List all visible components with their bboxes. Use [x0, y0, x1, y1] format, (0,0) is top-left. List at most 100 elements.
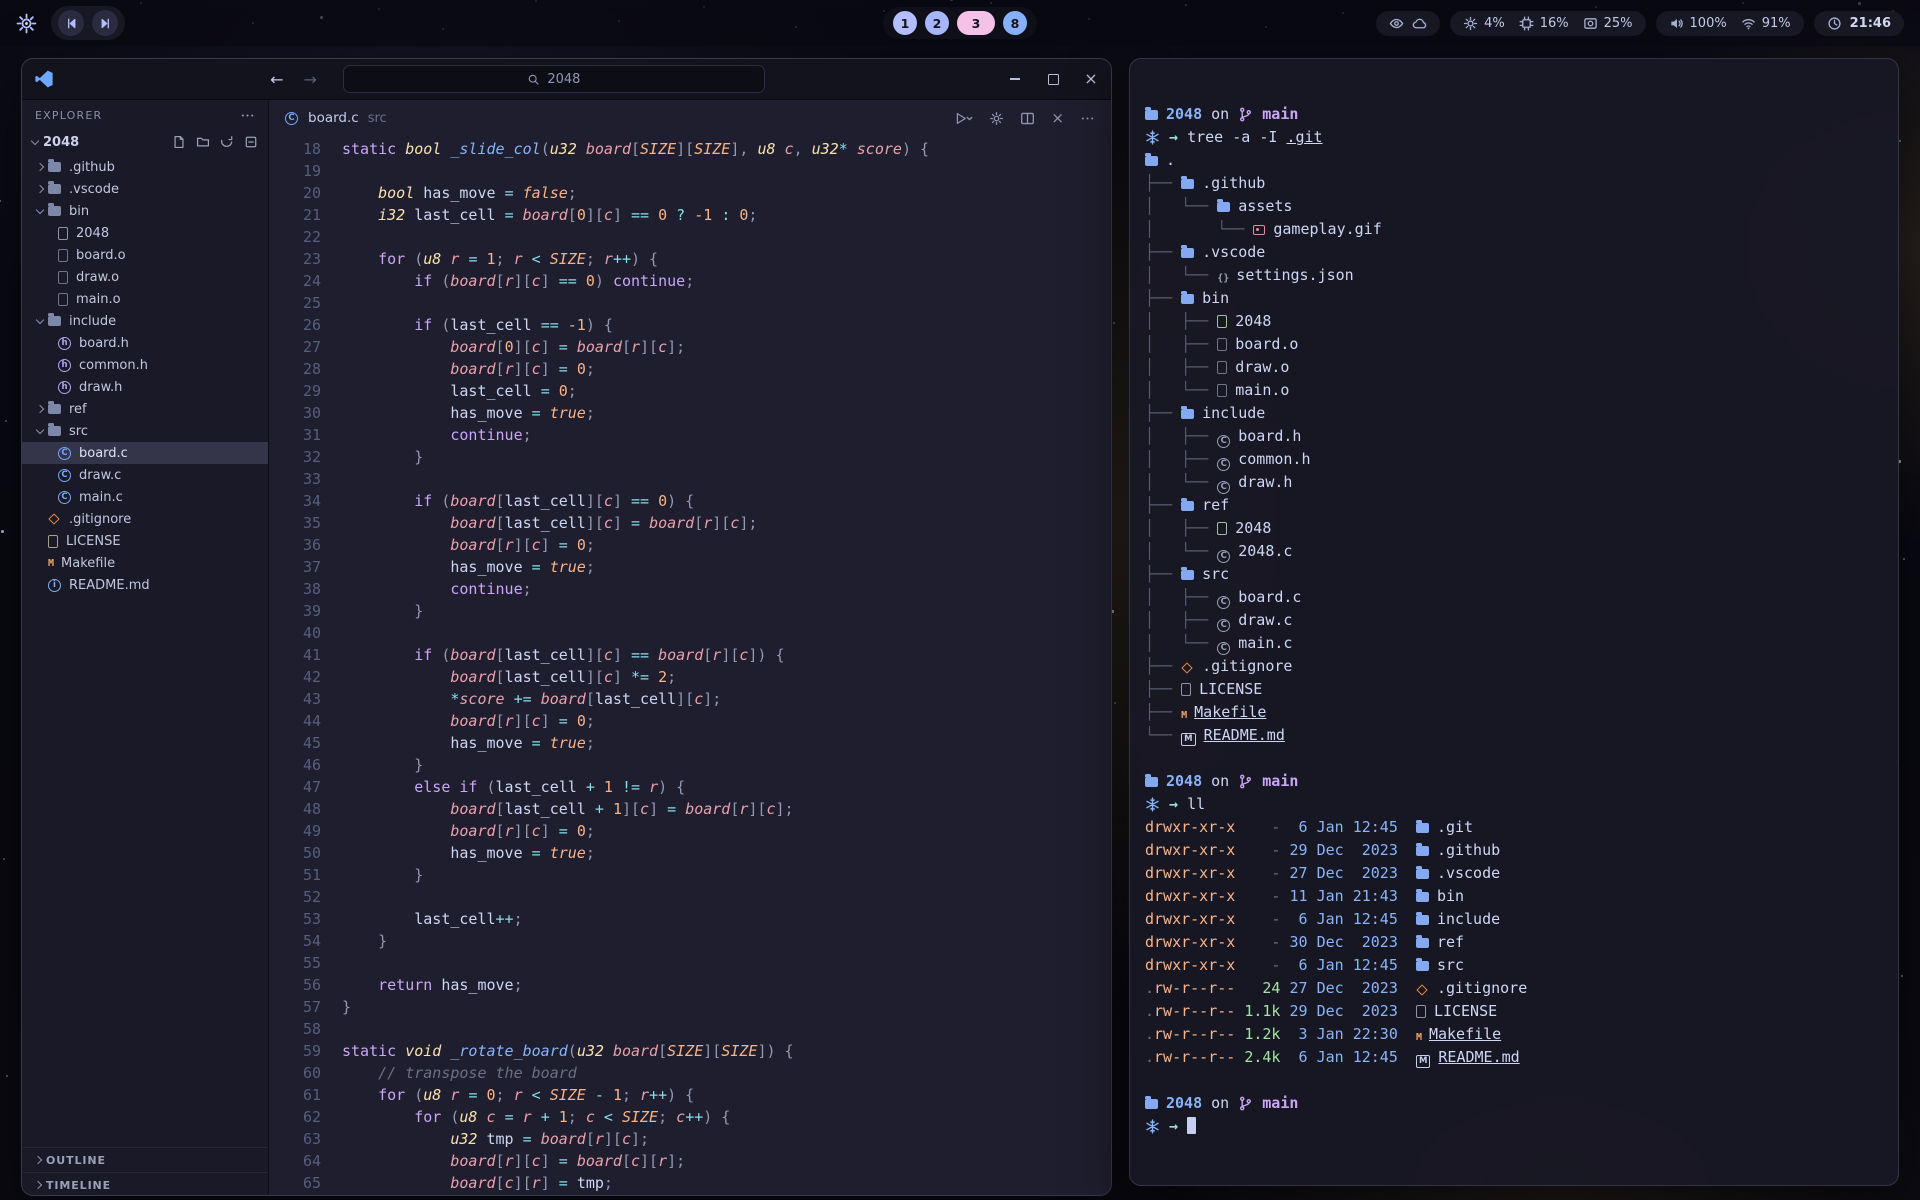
explorer-item-.github[interactable]: .github — [22, 156, 268, 178]
explorer-item-.gitignore[interactable]: .gitignore — [22, 508, 268, 530]
new-folder-icon[interactable] — [196, 135, 210, 149]
nav-forward-icon[interactable]: → — [304, 70, 317, 89]
explorer-item-Makefile[interactable]: MMakefile — [22, 552, 268, 574]
workspace-3[interactable]: 3 — [957, 11, 995, 35]
line-number: 25 — [269, 292, 321, 314]
refresh-icon[interactable] — [220, 135, 234, 149]
explorer-item-board.h[interactable]: hboard.h — [22, 332, 268, 354]
audio-network-widget[interactable]: 100% 91% — [1656, 11, 1804, 36]
c-icon: C — [1217, 458, 1230, 471]
snow-icon — [1145, 797, 1160, 812]
line-number: 35 — [269, 512, 321, 534]
memory-stat: 16% — [1519, 16, 1569, 31]
explorer-item-label: board.o — [76, 248, 126, 263]
weather-widget[interactable] — [1376, 11, 1440, 36]
explorer-item-main.o[interactable]: main.o — [22, 288, 268, 310]
code-area[interactable]: 18static bool _slide_col(u32 board[SIZE]… — [269, 136, 1111, 1196]
terminal-output-line: drwxr-xr-x - 27 Dec 2023 .vscode — [1145, 862, 1880, 885]
system-logo-gear-icon[interactable] — [16, 13, 37, 34]
line-number: 56 — [269, 974, 321, 996]
minimize-button[interactable] — [1007, 71, 1023, 87]
terminal-output-line: drwxr-xr-x - 6 Jan 12:45 .git — [1145, 816, 1880, 839]
explorer-item-main.c[interactable]: Cmain.c — [22, 486, 268, 508]
explorer-item-common.h[interactable]: hcommon.h — [22, 354, 268, 376]
editor-breadcrumb[interactable]: C board.c src × — [269, 100, 1111, 136]
explorer-item-ref[interactable]: ref — [22, 398, 268, 420]
license-icon — [48, 535, 58, 548]
line-number: 60 — [269, 1062, 321, 1084]
explorer-item-include[interactable]: include — [22, 310, 268, 332]
fol-icon — [1416, 892, 1429, 902]
line-number: 55 — [269, 952, 321, 974]
new-file-icon[interactable] — [172, 135, 186, 149]
collapse-all-icon[interactable] — [244, 135, 258, 149]
breadcrumb-file: board.c — [308, 110, 359, 126]
settings-gear-icon[interactable] — [989, 111, 1004, 126]
command-center-search[interactable]: 2048 — [343, 65, 765, 93]
chevron-icon — [32, 423, 48, 439]
explorer-item-draw.o[interactable]: draw.o — [22, 266, 268, 288]
vscode-titlebar[interactable]: ← → 2048 × — [22, 59, 1111, 100]
terminal-command-line: → ll — [1145, 793, 1880, 816]
snow-icon — [1145, 1119, 1160, 1134]
terminal-body[interactable]: 2048 on main → tree -a -I .git.├── .gith… — [1130, 59, 1898, 1154]
maximize-button[interactable] — [1045, 71, 1061, 87]
workspace-1[interactable]: 1 — [893, 11, 917, 35]
terminal-output-line: drwxr-xr-x - 29 Dec 2023 .github — [1145, 839, 1880, 862]
explorer-tree: .github.vscodebin2048 board.o draw.omain.o… — [22, 154, 268, 1147]
close-button[interactable]: × — [1083, 71, 1099, 87]
git-icon — [1416, 984, 1427, 995]
code-line: 22 — [269, 226, 1111, 248]
code-line: 19 — [269, 160, 1111, 182]
close-editor-icon[interactable]: × — [1051, 109, 1064, 127]
cloud-icon — [1412, 16, 1427, 31]
header-icon: h — [58, 381, 71, 394]
explorer-item-board.c[interactable]: Cboard.c — [22, 442, 268, 464]
vscode-main: EXPLORER 2048 — [22, 100, 1111, 1196]
explorer-item-2048[interactable]: 2048 — [22, 222, 268, 244]
c-icon: C — [1217, 642, 1230, 655]
timeline-panel[interactable]: TIMELINE — [22, 1172, 268, 1196]
explorer-item-README.md[interactable]: iREADME.md — [22, 574, 268, 596]
run-code-icon[interactable] — [954, 111, 973, 126]
code-line: 49 board[r][c] = 0; — [269, 820, 1111, 842]
code-line: 60 // transpose the board — [269, 1062, 1111, 1084]
fol-icon — [1145, 110, 1158, 120]
explorer-item-draw.h[interactable]: hdraw.h — [22, 376, 268, 398]
clock-widget[interactable]: 21:46 — [1814, 11, 1904, 36]
explorer-item-label: LICENSE — [66, 534, 121, 549]
explorer-item-.vscode[interactable]: .vscode — [22, 178, 268, 200]
branch-icon — [1238, 774, 1253, 789]
explorer-item-LICENSE[interactable]: LICENSE — [22, 530, 268, 552]
workspace-2[interactable]: 2 — [925, 11, 949, 35]
workspace-8[interactable]: 8 — [1003, 11, 1027, 35]
terminal-command-line: → tree -a -I .git — [1145, 126, 1880, 149]
explorer-root-row[interactable]: 2048 — [22, 130, 268, 154]
nav-back-icon[interactable]: ← — [270, 70, 283, 89]
img-icon — [1253, 225, 1265, 235]
line-number: 33 — [269, 468, 321, 490]
folder-icon — [48, 162, 61, 172]
media-prev-button[interactable] — [58, 10, 84, 36]
more-actions-icon[interactable] — [1080, 111, 1095, 126]
split-editor-icon[interactable] — [1020, 111, 1035, 126]
volume-value: 100% — [1690, 16, 1727, 31]
wifi-value: 91% — [1762, 16, 1791, 31]
outline-panel[interactable]: OUTLINE — [22, 1148, 268, 1172]
obj-icon — [1217, 384, 1227, 397]
media-next-button[interactable] — [92, 10, 118, 36]
explorer-item-board.o[interactable]: board.o — [22, 244, 268, 266]
explorer-item-bin[interactable]: bin — [22, 200, 268, 222]
line-number: 44 — [269, 710, 321, 732]
explorer-item-draw.c[interactable]: Cdraw.c — [22, 464, 268, 486]
chevron-spacer — [42, 489, 58, 505]
terminal-output-line: ├── MMakefile — [1145, 701, 1880, 724]
explorer-more-icon[interactable] — [240, 108, 255, 123]
explorer-item-src[interactable]: src — [22, 420, 268, 442]
line-number: 63 — [269, 1128, 321, 1150]
cpu-gear-icon — [1463, 16, 1478, 31]
system-stats[interactable]: 4% 16% 25% — [1450, 11, 1645, 36]
topbar-right: 4% 16% 25% 100% — [1376, 11, 1904, 36]
memory-value: 16% — [1540, 16, 1569, 31]
code-line: 52 — [269, 886, 1111, 908]
